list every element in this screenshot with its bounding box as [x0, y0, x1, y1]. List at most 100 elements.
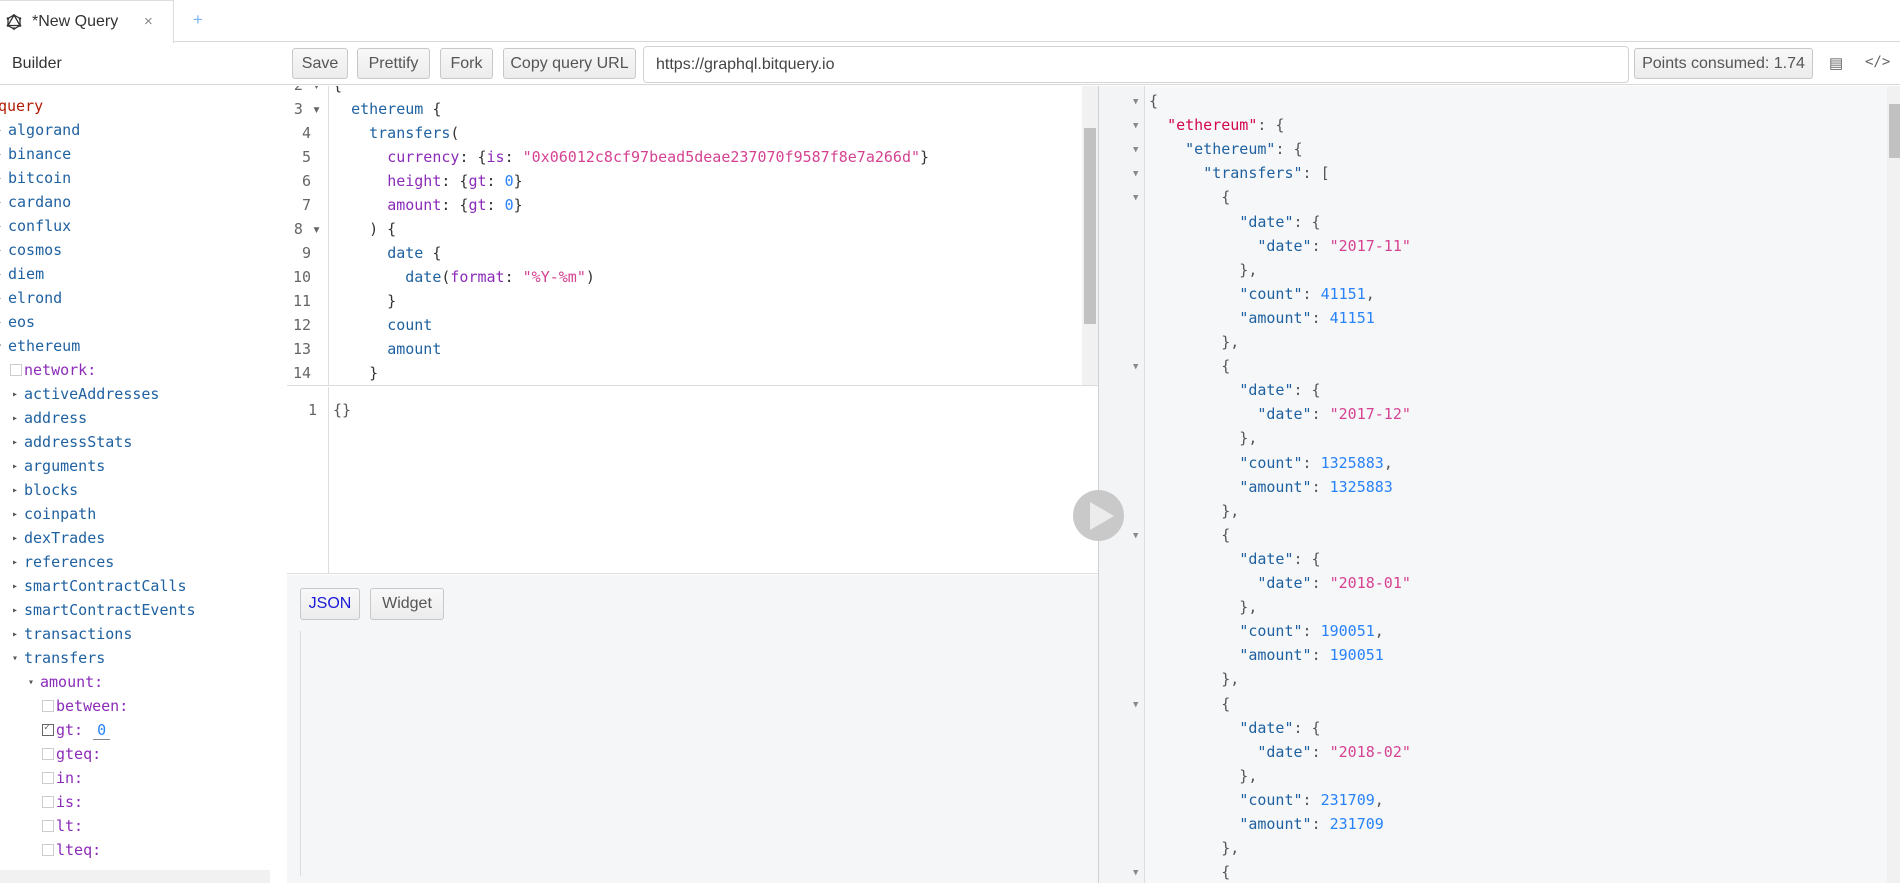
close-tab-icon[interactable]: ×: [144, 13, 153, 30]
fold-arrow-icon[interactable]: ▼: [1133, 145, 1138, 155]
arg-label: between:: [56, 697, 129, 715]
fold-arrow-icon[interactable]: ▼: [1133, 531, 1138, 541]
schema-docs-icon[interactable]: ▤: [1829, 54, 1843, 72]
toolbar: Builder Save Prettify Fork Copy query UR…: [0, 43, 1900, 85]
field-label: elrond: [8, 289, 63, 307]
tree-item-references[interactable]: ▸ references: [12, 550, 114, 574]
field-label: addressStats: [24, 433, 133, 451]
tree-item-bitcoin[interactable]: ▸bitcoin: [0, 166, 71, 190]
tab-new-query[interactable]: *New Query ×: [0, 0, 174, 43]
collapsed-arrow-icon: ▸: [0, 317, 8, 328]
copy-query-url-button[interactable]: Copy query URL: [503, 48, 636, 79]
checkbox[interactable]: [42, 796, 54, 808]
tree-item-addressStats[interactable]: ▸ addressStats: [12, 430, 132, 454]
variables-editor[interactable]: 1 {}: [287, 387, 1098, 574]
fold-arrow-icon[interactable]: ▼: [1133, 193, 1138, 203]
tree-item-smartContractEvents[interactable]: ▸ smartContractEvents: [12, 598, 196, 622]
fold-arrow-icon[interactable]: ▼: [1133, 700, 1138, 710]
fold-arrow-icon[interactable]: ▼: [1133, 169, 1138, 179]
code-line: amount: {gt: 0}: [387, 196, 523, 214]
field-label: smartContractEvents: [24, 601, 196, 619]
tree-arg-in[interactable]: in:: [42, 766, 83, 790]
tree-arg-gteq[interactable]: gteq:: [42, 742, 101, 766]
tree-item-cosmos[interactable]: ▸cosmos: [0, 238, 62, 262]
tree-item-eos[interactable]: ▸eos: [0, 310, 35, 334]
new-tab-button[interactable]: +: [193, 10, 203, 30]
query-editor[interactable]: 2 ▾ 3 ▾ 4 5 6 7 8 ▾ 9 10 11 12 13 14 { ethereum { tr…: [287, 86, 1098, 386]
tree-arg-amount[interactable]: ▾ amount:: [28, 670, 103, 694]
points-consumed-badge: Points consumed: 1.74: [1634, 48, 1813, 79]
code-line: transfers(: [369, 124, 460, 142]
tree-item-activeAddresses[interactable]: ▸ activeAddresses: [12, 382, 159, 406]
checkbox[interactable]: [42, 722, 54, 736]
result-line: "amount": 231709: [1239, 815, 1384, 833]
fold-arrow-icon[interactable]: ▼: [1133, 362, 1138, 372]
collapsed-arrow-icon: ▸: [0, 269, 8, 280]
tree-item-binance[interactable]: ▸binance: [0, 142, 71, 166]
checkbox[interactable]: [42, 772, 54, 784]
checkbox[interactable]: [42, 700, 54, 712]
checkbox[interactable]: [10, 364, 22, 376]
checkbox[interactable]: [42, 820, 54, 832]
builder-label[interactable]: Builder: [12, 55, 62, 73]
collapsed-arrow-icon: ▸: [12, 532, 19, 544]
editor-scroll-thumb[interactable]: [1084, 128, 1096, 324]
collapsed-arrow-icon: ▸: [12, 436, 19, 448]
tree-item-coinpath[interactable]: ▸ coinpath: [12, 502, 96, 526]
tree-arg-is[interactable]: is:: [42, 790, 83, 814]
tree-item-blocks[interactable]: ▸ blocks: [12, 478, 78, 502]
json-view-button[interactable]: JSON: [300, 588, 360, 620]
tree-item-conflux[interactable]: ▸conflux: [0, 214, 71, 238]
line-number: 8 ▾: [293, 220, 321, 238]
tree-item-transactions[interactable]: ▸ transactions: [12, 622, 132, 646]
result-line: "transfers": [: [1203, 164, 1330, 183]
collapsed-arrow-icon: ▸: [12, 556, 19, 568]
line-number: 1: [307, 401, 317, 419]
field-label: transfers: [24, 649, 106, 667]
field-label: bitcoin: [8, 169, 72, 187]
field-label: activeAddresses: [24, 385, 160, 403]
endpoint-url-input[interactable]: https://graphql.bitquery.io: [643, 46, 1629, 83]
result-line: "date": "2017-11": [1257, 236, 1411, 255]
tree-item-cardano[interactable]: ▸cardano: [0, 190, 71, 214]
tree-item-elrond[interactable]: ▸elrond: [0, 286, 62, 310]
tree-item-smartContractCalls[interactable]: ▸ smartContractCalls: [12, 574, 187, 598]
result-line: },: [1149, 260, 1258, 279]
tree-item-ethereum[interactable]: ▾ethereum: [0, 334, 80, 358]
result-line: "date": "2018-02": [1257, 742, 1411, 761]
tree-root-query[interactable]: query: [0, 94, 43, 118]
tree-arg-gt[interactable]: gt: 0: [42, 718, 111, 742]
result-line: },: [1149, 598, 1258, 617]
widget-view-button[interactable]: Widget: [370, 588, 444, 620]
tree-item-algorand[interactable]: ▸algorand: [0, 118, 80, 142]
arg-label: amount:: [40, 673, 104, 691]
result-scrollbar[interactable]: [1887, 86, 1900, 883]
tree-item-transfers[interactable]: ▾ transfers: [12, 646, 105, 670]
fork-button[interactable]: Fork: [440, 48, 493, 79]
fold-arrow-icon[interactable]: ▼: [1133, 868, 1138, 878]
tree-arg-lteq[interactable]: lteq:: [42, 838, 101, 862]
explorer-h-scrollbar[interactable]: [0, 870, 270, 883]
tree-item-address[interactable]: ▸ address: [12, 406, 87, 430]
checkbox[interactable]: [42, 844, 54, 856]
execute-query-button[interactable]: [1073, 490, 1124, 541]
tree-item-diem[interactable]: ▸diem: [0, 262, 44, 286]
tree-arg-lt[interactable]: lt:: [42, 814, 83, 838]
fold-arrow-icon[interactable]: ▼: [1133, 97, 1138, 107]
checkbox[interactable]: [42, 748, 54, 760]
tree-item-dexTrades[interactable]: ▸ dexTrades: [12, 526, 105, 550]
tree-arg-network[interactable]: network:: [10, 358, 96, 382]
prettify-button[interactable]: Prettify: [357, 48, 430, 79]
result-line: },: [1149, 429, 1258, 448]
expanded-arrow-icon: ▾: [28, 676, 35, 688]
arg-label: gt:: [56, 721, 84, 739]
tree-item-arguments[interactable]: ▸ arguments: [12, 454, 105, 478]
result-line: "ethereum": {: [1167, 116, 1285, 135]
result-line: "date": "2017-12": [1257, 405, 1411, 424]
arg-value-input[interactable]: 0: [93, 721, 111, 740]
code-icon[interactable]: </>: [1865, 54, 1890, 70]
result-scroll-thumb[interactable]: [1889, 104, 1900, 158]
tree-arg-between[interactable]: between:: [42, 694, 128, 718]
save-button[interactable]: Save: [292, 48, 348, 79]
fold-arrow-icon[interactable]: ▼: [1133, 121, 1138, 131]
